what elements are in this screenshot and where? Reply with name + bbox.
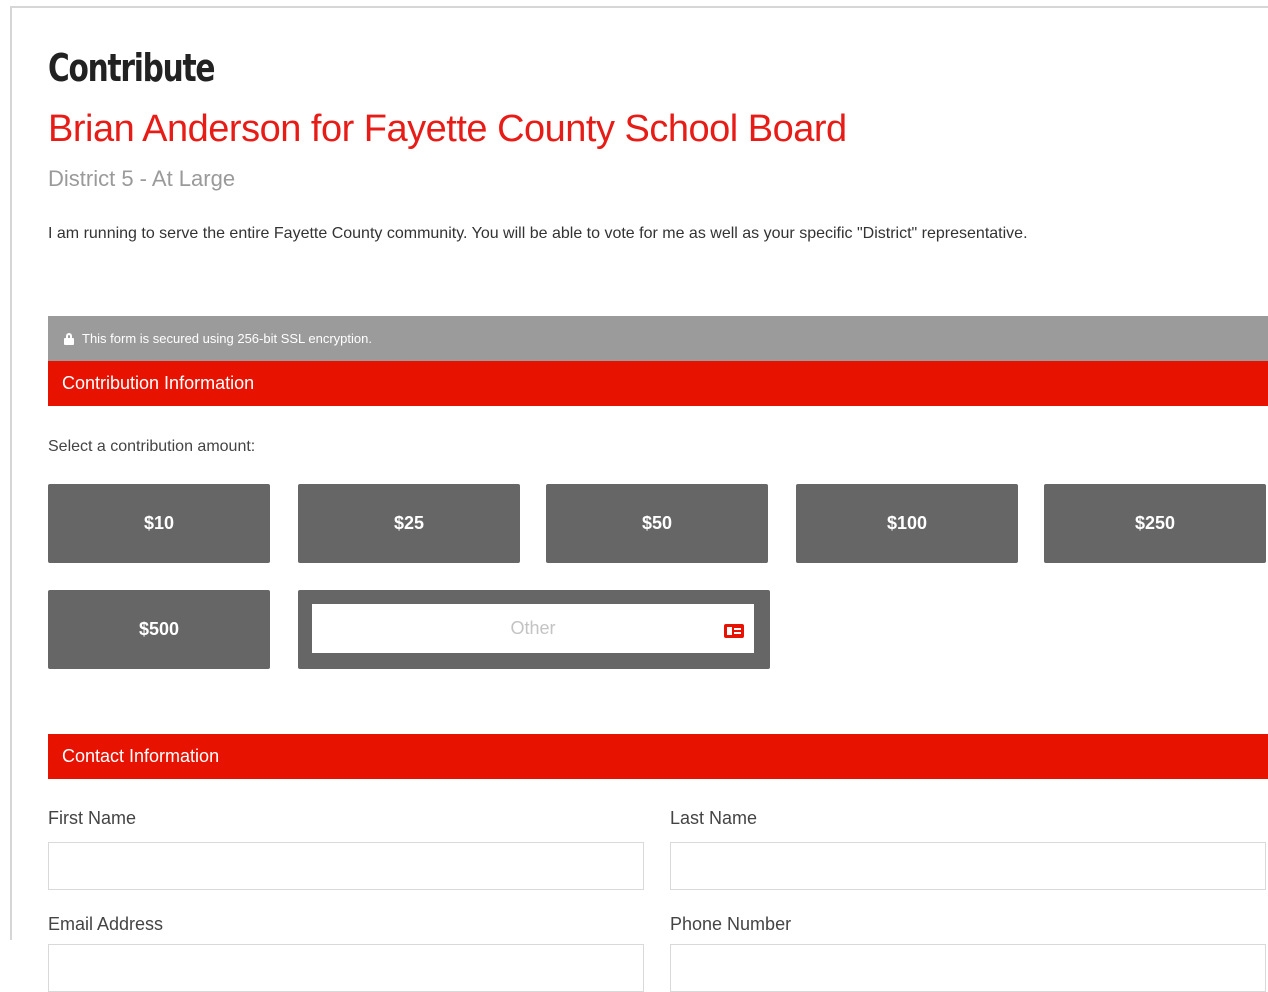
amount-button-100[interactable]: $100	[796, 484, 1018, 563]
first-name-label: First Name	[48, 808, 137, 828]
amount-button-250[interactable]: $250	[1044, 484, 1266, 563]
phone-label: Phone Number	[670, 914, 792, 934]
first-name-field[interactable]	[48, 842, 644, 890]
contribution-section-header: Contribution Information	[48, 361, 1268, 406]
contact-section-header: Contact Information	[48, 734, 1268, 779]
page-frame: Contribute Brian Anderson for Fayette Co…	[10, 6, 1268, 992]
email-label: Email Address	[48, 914, 164, 934]
contact-section-title: Contact Information	[62, 746, 220, 766]
lock-icon	[64, 332, 74, 345]
amount-button-50[interactable]: $50	[546, 484, 768, 563]
security-text: This form is secured using 256-bit SSL e…	[82, 331, 372, 346]
other-amount-container	[298, 590, 770, 669]
security-notice: This form is secured using 256-bit SSL e…	[48, 316, 1268, 361]
campaign-name: Brian Anderson for Fayette County School…	[48, 108, 847, 150]
amount-select-label: Select a contribution amount:	[48, 438, 256, 455]
email-field[interactable]	[48, 944, 644, 992]
phone-field[interactable]	[670, 944, 1266, 992]
campaign-description: I am running to serve the entire Fayette…	[48, 225, 1028, 242]
amount-button-500[interactable]: $500	[48, 590, 270, 669]
credit-card-icon	[724, 624, 744, 638]
other-amount-input[interactable]	[312, 604, 754, 653]
amount-button-25[interactable]: $25	[298, 484, 520, 563]
last-name-field[interactable]	[670, 842, 1266, 890]
contribution-section-title: Contribution Information	[62, 373, 255, 393]
district-subtitle: District 5 - At Large	[48, 166, 236, 191]
page-title: Contribute	[48, 46, 216, 90]
last-name-label: Last Name	[670, 808, 758, 828]
amount-button-10[interactable]: $10	[48, 484, 270, 563]
